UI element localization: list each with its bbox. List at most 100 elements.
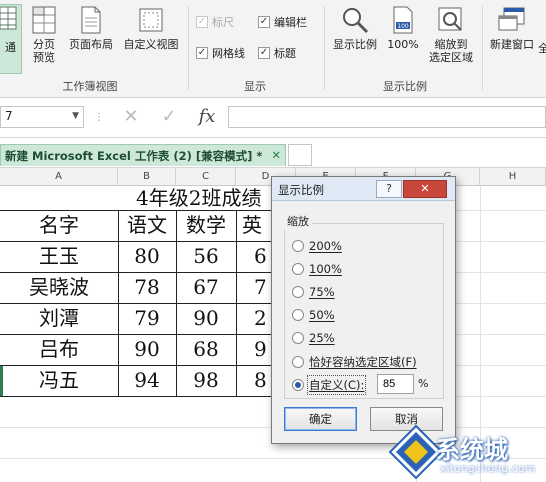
formula-bar-label: 编辑栏: [274, 16, 307, 29]
table-cell[interactable]: 68: [176, 334, 236, 365]
ribbon: 通 分页 预览 页面布局 自定义视图 工作簿视图 ✓ 标尺 ✓ 编辑栏 ✓ 网格…: [0, 0, 546, 98]
radio-label: 200%: [309, 239, 342, 253]
sheet-title[interactable]: 4年级2班成绩: [136, 184, 276, 212]
zoom-to-selection-button[interactable]: 缩放到 选定区域: [424, 6, 478, 74]
arrange-all-button[interactable]: 全: [538, 42, 546, 58]
table-cell[interactable]: 90: [118, 334, 176, 365]
radio-label: 50%: [309, 308, 335, 322]
watermark-text: 系统城: [436, 436, 508, 464]
zoom-label: 显示比例: [333, 38, 377, 51]
column-header[interactable]: A: [0, 168, 118, 186]
percent-sign: %: [418, 377, 429, 390]
radio-100[interactable]: 100%: [292, 262, 342, 276]
custom-views-button[interactable]: 自定义视图: [118, 6, 184, 66]
ribbon-separator: [482, 6, 483, 90]
radio-fit-selection[interactable]: 恰好容纳选定区域(F): [292, 354, 417, 370]
confirm-entry-icon[interactable]: ✓: [156, 106, 182, 128]
document-tab[interactable]: 新建 Microsoft Excel 工作表 (2) [兼容模式] * ✕: [0, 144, 286, 166]
radio-icon: [292, 356, 304, 368]
ok-button[interactable]: 确定: [284, 407, 357, 431]
formula-bar: 7 ▼ ⋮ ✕ ✓ fx: [0, 98, 546, 138]
insert-function-icon[interactable]: fx: [192, 106, 222, 128]
headings-checkbox[interactable]: ✓ 标题: [258, 45, 296, 61]
gridlines-checkbox[interactable]: ✓ 网格线: [196, 45, 245, 61]
radio-75[interactable]: 75%: [292, 285, 335, 299]
column-header[interactable]: H: [480, 168, 546, 186]
radio-label: 100%: [309, 262, 342, 276]
table-cell[interactable]: 7: [236, 272, 276, 303]
arrange-all-label: 全: [538, 42, 546, 55]
table-cell[interactable]: 79: [118, 303, 176, 334]
table-cell[interactable]: 56: [176, 241, 236, 272]
name-box[interactable]: 7 ▼: [0, 106, 84, 128]
watermark: 系统城 xitongcheng.com: [380, 408, 546, 482]
show-group-label: 显示: [244, 80, 266, 93]
table-cell[interactable]: 6: [236, 241, 276, 272]
table-header-cell[interactable]: 数学: [176, 210, 236, 241]
workbook-views-group-label: 工作簿视图: [62, 80, 118, 93]
page-layout-button[interactable]: 页面布局: [64, 6, 118, 66]
checkmark-icon: ✓: [258, 47, 270, 59]
help-button[interactable]: ?: [376, 180, 402, 198]
checkmark-icon: ✓: [196, 16, 208, 28]
page-layout-icon: [81, 6, 101, 34]
table-cell[interactable]: 67: [176, 272, 236, 303]
cancel-entry-icon[interactable]: ✕: [118, 106, 144, 128]
radio-200[interactable]: 200%: [292, 239, 342, 253]
headings-label: 标题: [274, 47, 296, 60]
table-cell[interactable]: 2: [236, 303, 276, 334]
zoom-button[interactable]: 显示比例: [328, 6, 382, 66]
table-cell[interactable]: 80: [118, 241, 176, 272]
table-cell[interactable]: 8: [236, 365, 276, 396]
table-cell[interactable]: 吕布: [0, 334, 118, 365]
page-break-preview-button[interactable]: 分页 预览: [26, 6, 62, 74]
zoom-100-button[interactable]: 100 100%: [384, 6, 422, 66]
custom-zoom-input[interactable]: [377, 374, 414, 394]
radio-selected-icon: [292, 379, 304, 391]
formula-input[interactable]: [228, 106, 546, 128]
table-header-cell[interactable]: 英: [236, 210, 276, 241]
table-cell[interactable]: 9: [236, 334, 276, 365]
table-header-cell[interactable]: 名字: [0, 210, 118, 241]
radio-label: 75%: [309, 285, 335, 299]
gridlines-label: 网格线: [212, 47, 245, 60]
document-tab-title: 新建 Microsoft Excel 工作表 (2) [兼容模式] *: [5, 149, 263, 163]
radio-icon: [292, 240, 304, 252]
table-cell[interactable]: 刘潭: [0, 303, 118, 334]
new-window-icon: [498, 7, 525, 31]
radio-label: 25%: [309, 331, 335, 345]
active-cell-marker: [0, 366, 3, 396]
close-button[interactable]: ✕: [403, 180, 447, 198]
zoom-dialog: 显示比例 ? ✕ 缩放 200% 100% 75% 50% 25% 恰好容纳选定: [271, 176, 456, 444]
table-cell[interactable]: 王玉: [0, 241, 118, 272]
normal-view-label: 通: [5, 41, 16, 54]
document-tab-strip: 新建 Microsoft Excel 工作表 (2) [兼容模式] * ✕: [0, 138, 546, 168]
table-cell[interactable]: 吴晓波: [0, 272, 118, 303]
table-cell[interactable]: 98: [176, 365, 236, 396]
normal-view-button[interactable]: 通: [0, 4, 22, 74]
table-cell[interactable]: 94: [118, 365, 176, 396]
radio-custom[interactable]: 自定义(C):: [292, 375, 367, 395]
zoom-to-selection-label: 缩放到 选定区域: [429, 38, 473, 64]
custom-views-icon: [139, 8, 163, 32]
radio-50[interactable]: 50%: [292, 308, 335, 322]
formula-dots: ⋮: [94, 112, 104, 123]
dialog-titlebar[interactable]: 显示比例 ? ✕: [272, 177, 455, 201]
close-icon[interactable]: ✕: [271, 148, 281, 162]
radio-25[interactable]: 25%: [292, 331, 335, 345]
zoom-100-label: 100%: [387, 38, 419, 51]
magnifier-icon: [343, 8, 369, 34]
table-cell[interactable]: 冯五: [0, 365, 118, 396]
new-tab-button[interactable]: [288, 144, 312, 166]
formula-bar-checkbox[interactable]: ✓ 编辑栏: [258, 14, 307, 30]
radio-label: 恰好容纳选定区域(F): [309, 355, 417, 369]
ribbon-separator: [188, 6, 189, 90]
radio-icon: [292, 309, 304, 321]
radio-label: 自定义(C):: [306, 375, 367, 395]
table-cell[interactable]: 78: [118, 272, 176, 303]
ruler-checkbox[interactable]: ✓ 标尺: [196, 14, 234, 30]
chevron-down-icon[interactable]: ▼: [72, 111, 79, 121]
table-cell[interactable]: 90: [176, 303, 236, 334]
table-header-cell[interactable]: 语文: [118, 210, 176, 241]
new-window-button[interactable]: 新建窗口: [486, 6, 538, 66]
